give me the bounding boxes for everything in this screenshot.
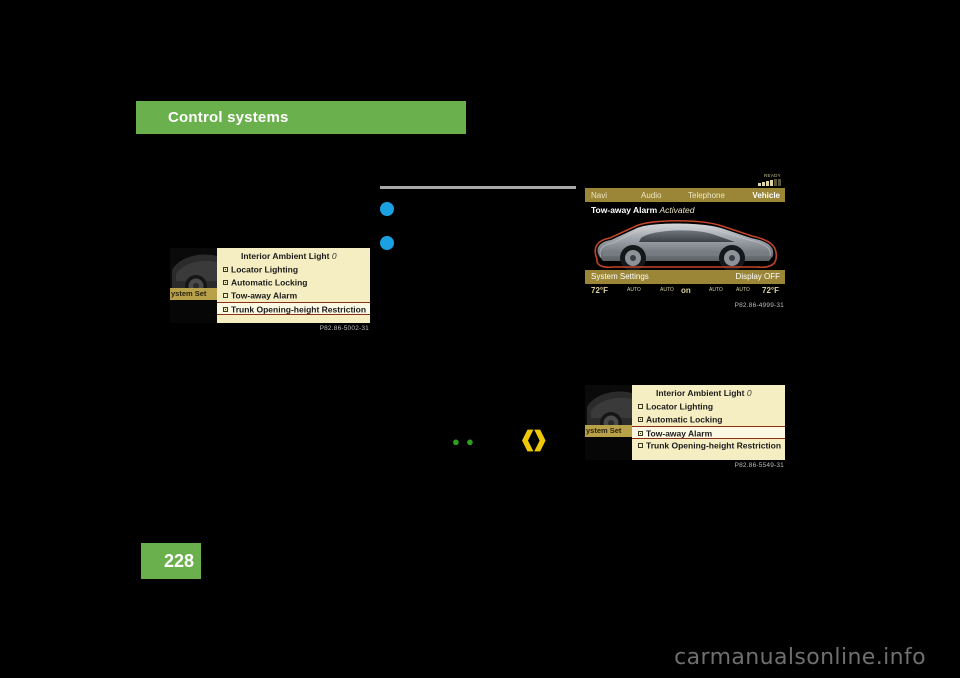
interior-ambient-light-header[interactable]: Interior Ambient Light 0 <box>217 248 370 263</box>
system-settings-button[interactable]: System Settings <box>591 272 649 281</box>
comand-vehicle-screen[interactable]: READY Navi Audio Telephone Vehicle Tow-a… <box>585 172 785 300</box>
figure-right-settings: ystem Set Interior Ambient Light 0 Locat… <box>585 385 785 469</box>
interior-ambient-light-label: Interior Ambient Light <box>241 251 330 261</box>
green-dot-symbol-2: ● <box>466 434 474 449</box>
step-bullet-2 <box>380 236 394 250</box>
list-item-label: Tow-away Alarm <box>231 290 298 301</box>
interior-ambient-light-header[interactable]: Interior Ambient Light 0 <box>632 385 785 400</box>
temp-left-value[interactable]: 72°F <box>591 286 608 295</box>
checkbox-icon[interactable] <box>638 431 643 437</box>
table-row[interactable]: Trunk Opening-height Restriction <box>632 439 785 452</box>
vehicle-thumbnail-icon <box>170 248 217 323</box>
main-tab-bar: Navi Audio Telephone Vehicle <box>585 188 785 202</box>
auto-left-icon: AUTO <box>627 287 641 293</box>
site-watermark: carmanualsonline.info <box>674 645 926 670</box>
figure-caption: P82.86-5002-31 <box>319 325 369 332</box>
table-row[interactable]: Locator Lighting <box>217 263 370 276</box>
interior-ambient-light-value: 0 <box>331 251 337 261</box>
fan-left-icon: AUTO <box>660 287 674 293</box>
status-bar: READY <box>585 172 785 188</box>
chapter-title: Control systems <box>168 109 289 126</box>
section-divider-rule <box>380 186 576 189</box>
display-off-button[interactable]: Display OFF <box>736 272 780 281</box>
interior-ambient-light-label: Interior Ambient Light <box>656 388 745 398</box>
interior-ambient-light-value: 0 <box>746 388 752 398</box>
checkbox-icon[interactable] <box>638 443 643 449</box>
climate-center-state[interactable]: on <box>681 286 691 295</box>
tab-telephone[interactable]: Telephone <box>688 191 725 200</box>
tab-vehicle[interactable]: Vehicle <box>752 191 780 200</box>
figure-caption: P82.86-5549-31 <box>734 462 784 469</box>
ready-status-label: READY <box>763 173 781 178</box>
tow-away-alarm-status-line: Tow-away Alarm Activated <box>591 205 694 215</box>
vehicle-thumbnail-icon <box>585 385 632 460</box>
bottom-function-bar: System Settings Display OFF <box>585 270 785 284</box>
list-item-label: Automatic Locking <box>646 414 723 425</box>
page-number: 228 <box>163 551 194 571</box>
table-row[interactable]: Automatic Locking <box>217 276 370 289</box>
yellow-bracket-right-symbol: ❱ <box>531 428 549 451</box>
auto-right-icon: AUTO <box>736 287 750 293</box>
table-row[interactable]: Locator Lighting <box>632 400 785 413</box>
green-dot-symbol-1: ● <box>452 434 460 449</box>
vehicle-illustration <box>589 216 781 274</box>
signal-strength-icon <box>758 179 781 186</box>
list-item-label: Trunk Opening-height Restriction <box>646 440 782 451</box>
checkbox-icon[interactable] <box>223 293 228 299</box>
table-row[interactable]: Automatic Locking <box>632 413 785 426</box>
figure-vehicle-alarm: READY Navi Audio Telephone Vehicle Tow-a… <box>585 172 785 309</box>
figure-caption: P82.86-4999-31 <box>734 302 784 309</box>
fan-right-icon: AUTO <box>709 287 723 293</box>
checkbox-icon[interactable] <box>223 267 228 273</box>
table-row[interactable]: Trunk Opening-height Restriction <box>217 302 370 315</box>
list-item-label: Tow-away Alarm <box>646 428 713 439</box>
tab-audio[interactable]: Audio <box>641 191 661 200</box>
temp-right-value[interactable]: 72°F <box>762 286 779 295</box>
checkbox-icon[interactable] <box>223 280 228 286</box>
system-settings-side-tab[interactable]: ystem Set <box>170 288 217 300</box>
list-item-label: Locator Lighting <box>231 264 299 275</box>
checkbox-icon[interactable] <box>638 417 643 423</box>
list-item-label: Trunk Opening-height Restriction <box>231 304 367 315</box>
tab-navi[interactable]: Navi <box>591 191 607 200</box>
list-item-label: Automatic Locking <box>231 277 308 288</box>
comand-settings-screen-left[interactable]: ystem Set Interior Ambient Light 0 Locat… <box>170 248 370 323</box>
table-row[interactable]: Tow-away Alarm <box>632 426 785 439</box>
system-settings-side-tab[interactable]: ystem Set <box>585 425 632 437</box>
settings-list-panel: Interior Ambient Light 0 Locator Lightin… <box>632 385 785 460</box>
tow-away-alarm-label: Tow-away Alarm <box>591 205 658 215</box>
table-row[interactable]: Tow-away Alarm <box>217 289 370 302</box>
climate-status-bar: 72°F AUTO AUTO on AUTO AUTO 72°F <box>585 284 785 300</box>
chapter-header-banner: Control systems <box>136 101 466 134</box>
settings-list-panel: Interior Ambient Light 0 Locator Lightin… <box>217 248 370 323</box>
tow-away-alarm-state: Activated <box>659 205 695 215</box>
step-bullet-1 <box>380 202 394 216</box>
page-number-badge: 228 <box>141 543 201 579</box>
list-item-label: Locator Lighting <box>646 401 714 412</box>
checkbox-icon[interactable] <box>223 307 228 313</box>
checkbox-icon[interactable] <box>638 404 643 410</box>
comand-settings-screen-right[interactable]: ystem Set Interior Ambient Light 0 Locat… <box>585 385 785 460</box>
figure-left-settings: ystem Set Interior Ambient Light 0 Locat… <box>170 248 370 332</box>
